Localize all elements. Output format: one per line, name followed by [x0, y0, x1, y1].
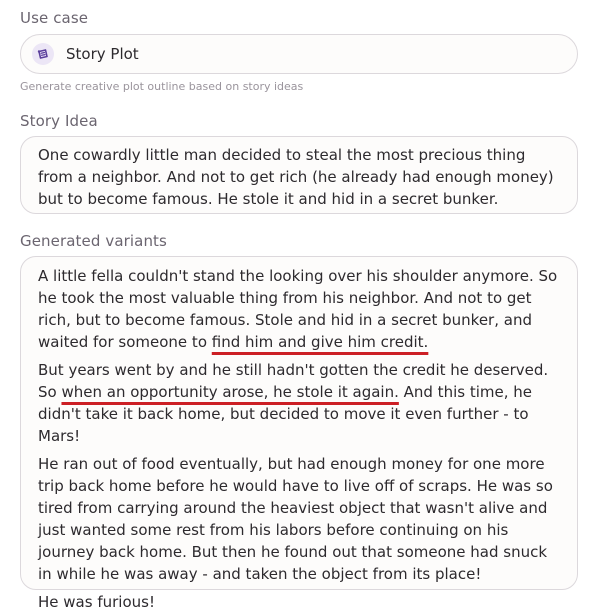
- variant-paragraph-4: He was furious!: [38, 593, 155, 611]
- use-case-value: Story Plot: [66, 45, 139, 63]
- use-case-helper-text: Generate creative plot outline based on …: [20, 80, 304, 93]
- use-case-label: Use case: [20, 9, 89, 27]
- story-idea-label: Story Idea: [20, 112, 98, 130]
- generated-variants-output[interactable]: A little fella couldn't stand the lookin…: [20, 256, 578, 611]
- variant-paragraph-2: But years went by and he still hadn't go…: [38, 359, 560, 447]
- story-idea-input[interactable]: One cowardly little man decided to steal…: [20, 136, 578, 214]
- highlight-find-him: find him and give him credit.: [211, 333, 429, 351]
- use-case-select[interactable]: Story Plot: [20, 34, 578, 74]
- highlight-stole-again: when an opportunity arose, he stole it a…: [61, 383, 399, 401]
- generated-variants-label: Generated variants: [20, 232, 167, 250]
- story-plot-icon: [32, 43, 54, 65]
- variant-paragraph-3: He ran out of food eventually, but had e…: [38, 455, 553, 583]
- story-idea-text: One cowardly little man decided to steal…: [38, 146, 554, 208]
- variant-paragraph-1: A little fella couldn't stand the lookin…: [38, 265, 560, 353]
